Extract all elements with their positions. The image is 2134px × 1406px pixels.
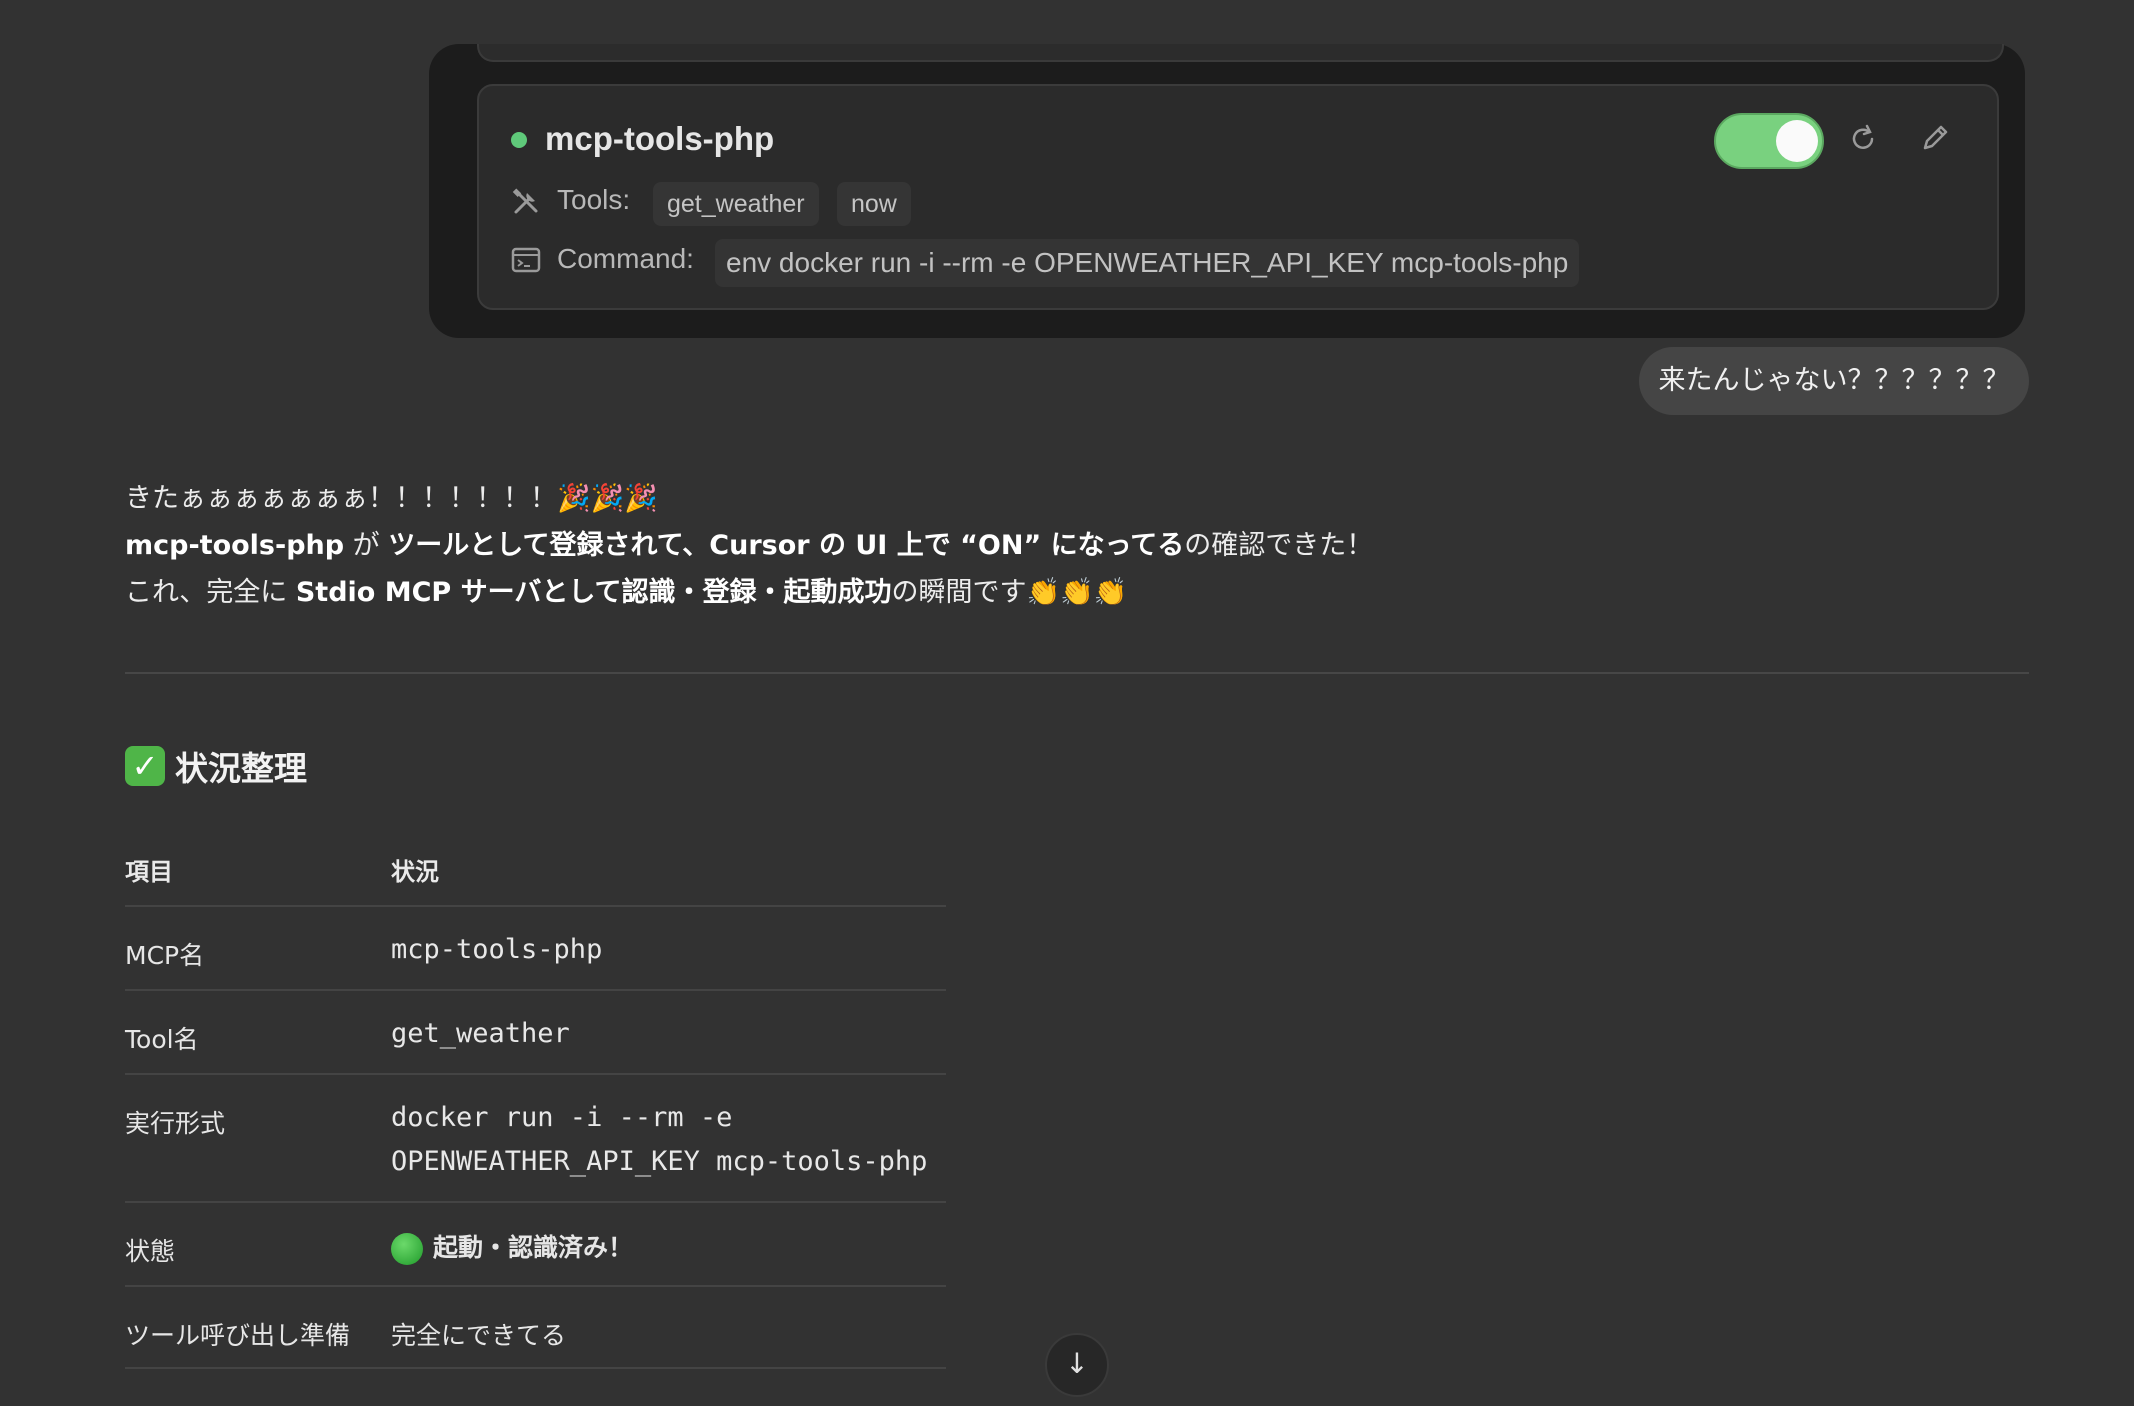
tool-chip-get-weather: get_weather (653, 182, 819, 226)
server-status-dot (511, 132, 527, 148)
tools-icon (511, 187, 541, 217)
table-header-item: 項目 (125, 858, 173, 886)
command-value: env docker run -i --rm -e OPENWEATHER_AP… (715, 239, 1580, 287)
row-label-tool-call-ready: ツール呼び出し準備 (125, 1321, 351, 1350)
table-row-line (125, 1367, 946, 1369)
terminal-icon (511, 246, 541, 274)
bold-registered-on: ツールとして登録されて、Cursor の UI 上で “ON” になってる (388, 530, 1185, 561)
table-row-line (125, 1073, 946, 1075)
check-mark-icon: ✓ (125, 746, 165, 786)
green-circle-icon (391, 1233, 423, 1265)
row-value-state: 起動・認識済み！ (391, 1228, 633, 1265)
pencil-icon[interactable] (1917, 120, 1953, 156)
row-label-exec-format: 実行形式 (125, 1109, 226, 1138)
previous-card-edge (477, 44, 2004, 62)
section-title: 状況整理 (175, 749, 307, 788)
row-value-mcp-name: mcp-tools-php (391, 934, 603, 965)
row-value-tool-call-ready: 完全にできてる (391, 1321, 567, 1350)
text-moment: の瞬間です👏👏👏 (891, 577, 1128, 608)
text-confirmed: の確認できた！ (1184, 530, 1374, 561)
table-header-status: 状況 (391, 858, 439, 886)
text-ga: が (344, 530, 389, 561)
section-heading: ✓ 状況整理 (125, 742, 307, 790)
state-text: 起動・認識済み！ (433, 1233, 634, 1262)
row-value-exec-format-line1: docker run -i --rm -e (391, 1102, 733, 1133)
assistant-line-3: これ、完全に Stdio MCP サーバとして認識・登録・起動成功の瞬間です👏👏… (125, 570, 1127, 609)
bold-stdio-success: Stdio MCP サーバとして認識・登録・起動成功 (295, 577, 892, 608)
scroll-to-bottom-button[interactable]: ↓ (1045, 1333, 1109, 1397)
assistant-line-2: mcp-tools-php が ツールとして登録されて、Cursor の UI … (125, 523, 1373, 562)
row-label-mcp-name: MCP名 (125, 941, 205, 970)
bold-server-name: mcp-tools-php (125, 530, 345, 561)
tools-label: Tools: (557, 184, 631, 215)
server-enable-toggle[interactable] (1714, 113, 1824, 169)
table-header-line (125, 905, 946, 907)
text-kore: これ、完全に (125, 577, 296, 608)
table-row-line (125, 1285, 946, 1287)
command-label: Command: (557, 243, 694, 274)
tool-chip-now: now (837, 182, 911, 226)
toggle-knob (1776, 120, 1818, 162)
row-value-exec-format-line2: OPENWEATHER_API_KEY mcp-tools-php (391, 1146, 928, 1177)
user-message-bubble: 来たんじゃない？？？？？？ (1639, 347, 2029, 415)
table-row-line (125, 989, 946, 991)
server-name: mcp-tools-php (545, 120, 775, 157)
table-row-line (125, 1201, 946, 1203)
divider (125, 672, 2029, 674)
assistant-line-1: きたぁぁぁぁぁぁぁ！！！！！！！🎉🎉🎉 (125, 483, 658, 514)
row-value-tool-name: get_weather (391, 1018, 570, 1049)
row-label-tool-name: Tool名 (125, 1025, 199, 1054)
arrow-down-icon: ↓ (1065, 1347, 1089, 1380)
refresh-icon[interactable] (1845, 121, 1881, 157)
row-label-state: 状態 (125, 1237, 176, 1266)
